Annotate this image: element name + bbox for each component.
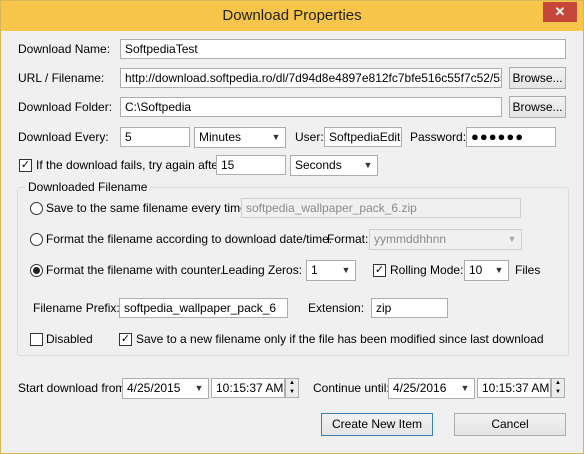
format-label: Format: xyxy=(327,232,369,246)
rolling-files-select[interactable]: 10 ▼ xyxy=(464,260,509,281)
until-date-value: 4/25/2016 xyxy=(393,381,447,395)
continue-until-label: Continue until: xyxy=(313,381,390,395)
download-name-input[interactable]: SoftpediaTest xyxy=(120,39,566,59)
chevron-down-icon: ▼ xyxy=(460,383,470,393)
cancel-button[interactable]: Cancel xyxy=(454,413,566,436)
download-every-input[interactable]: 5 xyxy=(120,127,190,147)
date-format-value: yymmddhhnn xyxy=(374,232,447,246)
same-filename-input: softpedia_wallpaper_pack_6.zip xyxy=(241,198,521,218)
leading-zeros-select[interactable]: 1 ▼ xyxy=(306,260,356,281)
create-new-item-button[interactable]: Create New Item xyxy=(321,413,433,436)
filename-prefix-label: Filename Prefix: xyxy=(33,301,120,315)
chevron-down-icon: ▼ xyxy=(271,132,281,142)
download-folder-input[interactable]: C:\Softpedia xyxy=(120,97,502,117)
user-input[interactable]: SoftpediaEditor xyxy=(324,127,402,147)
save-new-label: Save to a new filename only if the file … xyxy=(136,332,544,346)
downloaded-filename-group-title: Downloaded Filename xyxy=(25,179,151,195)
window-title: Download Properties xyxy=(222,7,362,24)
interval-unit-value: Minutes xyxy=(199,130,242,144)
url-input[interactable]: http://download.softpedia.ro/dl/7d94d8e4… xyxy=(120,68,502,88)
retry-unit-select[interactable]: Seconds ▼ xyxy=(290,155,378,176)
chevron-down-icon: ▼ xyxy=(363,160,373,170)
chevron-down-icon: ▼ xyxy=(341,265,351,275)
disabled-checkbox[interactable] xyxy=(30,333,43,346)
date-format-radio[interactable] xyxy=(30,233,43,246)
retry-input[interactable]: 15 xyxy=(216,155,286,175)
same-filename-label: Save to the same filename every time: xyxy=(46,201,251,215)
user-label: User: xyxy=(295,130,324,144)
disabled-label: Disabled xyxy=(46,332,93,346)
start-date-picker[interactable]: 4/25/2015 ▼ xyxy=(122,378,209,399)
files-label: Files xyxy=(515,263,541,277)
same-filename-radio[interactable] xyxy=(30,202,43,215)
password-label: Password: xyxy=(410,130,467,144)
interval-unit-select[interactable]: Minutes ▼ xyxy=(194,127,286,148)
extension-input[interactable]: zip xyxy=(371,298,448,318)
leading-zeros-label: Leading Zeros: xyxy=(222,263,303,277)
retry-checkbox[interactable]: ✓ xyxy=(19,159,32,172)
counter-label: Format the filename with counter. xyxy=(46,263,224,277)
dialog-window: Download Properties ✕ Download Name: Sof… xyxy=(0,0,584,454)
download-name-label: Download Name: xyxy=(18,42,111,56)
date-format-label: Format the filename according to downloa… xyxy=(46,232,333,246)
rolling-mode-label: Rolling Mode: xyxy=(390,263,464,277)
title-bar[interactable]: Download Properties ✕ xyxy=(1,1,583,31)
close-button[interactable]: ✕ xyxy=(543,2,577,22)
counter-radio[interactable] xyxy=(30,264,43,277)
retry-unit-value: Seconds xyxy=(295,158,342,172)
until-time-input[interactable]: 10:15:37 AM xyxy=(477,378,551,398)
extension-label: Extension: xyxy=(308,301,365,315)
leading-zeros-value: 1 xyxy=(311,263,318,277)
rolling-files-value: 10 xyxy=(469,263,483,277)
date-format-select: yymmddhhnn ▼ xyxy=(369,229,522,250)
chevron-down-icon: ▼ xyxy=(494,265,504,275)
start-download-label: Start download from: xyxy=(18,381,129,395)
url-label: URL / Filename: xyxy=(18,71,105,85)
until-time-spinner[interactable]: ▲ ▼ xyxy=(551,378,565,398)
folder-browse-button[interactable]: Browse... xyxy=(509,96,566,118)
url-browse-button[interactable]: Browse... xyxy=(509,67,566,89)
spin-down-icon[interactable]: ▼ xyxy=(286,388,298,397)
radio-dot xyxy=(33,267,40,274)
until-date-picker[interactable]: 4/25/2016 ▼ xyxy=(388,378,475,399)
rolling-mode-checkbox[interactable]: ✓ xyxy=(373,264,386,277)
spin-up-icon[interactable]: ▲ xyxy=(286,379,298,388)
start-date-value: 4/25/2015 xyxy=(127,381,181,395)
save-new-checkbox[interactable]: ✓ xyxy=(119,333,132,346)
start-time-spinner[interactable]: ▲ ▼ xyxy=(285,378,299,398)
filename-prefix-input[interactable]: softpedia_wallpaper_pack_6 xyxy=(119,298,288,318)
retry-label: If the download fails, try again after xyxy=(36,158,223,172)
spin-down-icon[interactable]: ▼ xyxy=(552,388,564,397)
chevron-down-icon: ▼ xyxy=(194,383,204,393)
start-time-input[interactable]: 10:15:37 AM xyxy=(211,378,285,398)
dialog-body: Download Name: SoftpediaTest URL / Filen… xyxy=(1,31,583,453)
password-input[interactable]: ●●●●●● xyxy=(466,127,556,147)
download-every-label: Download Every: xyxy=(18,130,109,144)
download-folder-label: Download Folder: xyxy=(18,100,113,114)
chevron-down-icon: ▼ xyxy=(507,234,517,244)
spin-up-icon[interactable]: ▲ xyxy=(552,379,564,388)
